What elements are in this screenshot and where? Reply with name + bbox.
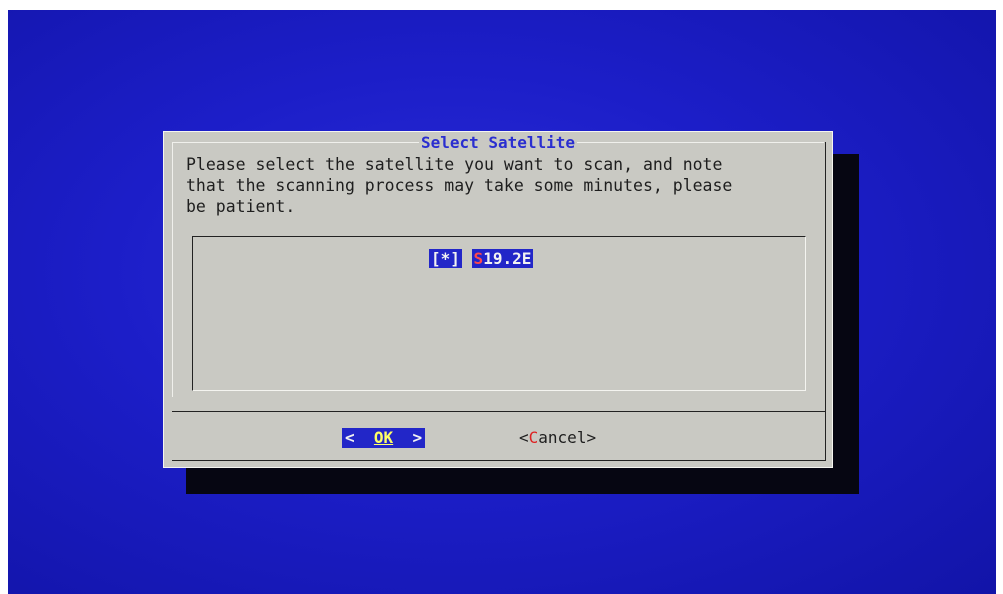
satellite-list[interactable]: [*] S19.2E bbox=[192, 236, 806, 391]
ok-label: OK bbox=[373, 428, 394, 447]
cancel-label: ancel bbox=[538, 428, 587, 447]
list-item-text: 19.2E bbox=[483, 249, 532, 268]
ok-bracket-left: < bbox=[345, 428, 355, 447]
ok-button[interactable]: < OK > bbox=[342, 428, 426, 448]
cancel-hotkey: C bbox=[528, 428, 539, 447]
button-separator bbox=[172, 411, 826, 412]
cancel-button[interactable]: <Cancel> bbox=[519, 428, 596, 448]
select-satellite-dialog: Select Satellite Please select the satel… bbox=[163, 131, 833, 468]
dialog-message: Please select the satellite you want to … bbox=[186, 155, 733, 216]
dialog-frame-bottom bbox=[172, 460, 826, 461]
button-row: < OK > <Cancel> bbox=[164, 424, 832, 448]
cancel-bracket-right: > bbox=[586, 428, 597, 447]
dialog-title: Select Satellite bbox=[418, 133, 578, 152]
list-item-label[interactable]: S19.2E bbox=[471, 249, 534, 268]
ok-bracket-right: > bbox=[412, 428, 423, 447]
dialog-frame-left bbox=[172, 142, 173, 397]
dialog-frame-right bbox=[825, 142, 826, 460]
list-item-checkbox[interactable]: [*] bbox=[429, 249, 462, 268]
dialog-title-bar: Select Satellite bbox=[164, 133, 832, 152]
cancel-bracket-left: < bbox=[519, 428, 529, 447]
list-item-hotkey: S bbox=[473, 249, 484, 268]
list-item[interactable]: [*] S19.2E bbox=[429, 249, 534, 269]
